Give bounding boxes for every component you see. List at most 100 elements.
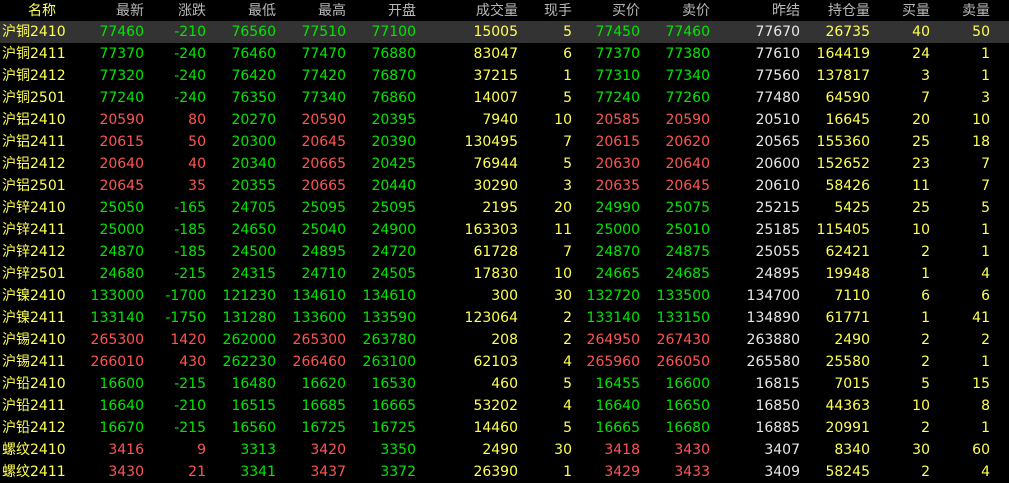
cell-ask: 20640: [665, 156, 710, 172]
table-row[interactable]: 沪铜2410 77460 -210 76560 77510 77100 15005 5 7745…: [0, 21, 1009, 43]
table-row[interactable]: 沪铝2412 20640 40 20340 20665 20425 76944 5 20630 2…: [0, 153, 1009, 175]
cell-low: 16515: [231, 398, 276, 414]
cell-bidv: 25: [912, 134, 930, 150]
table-row[interactable]: 沪锌2501 24680 -215 24315 24710 24505 17830 10 246…: [0, 263, 1009, 285]
cell-high: 20590: [301, 112, 346, 128]
cell-ask: 133500: [656, 288, 710, 304]
table-row[interactable]: 沪铝2501 20645 35 20355 20665 20440 30290 3 20635 2…: [0, 175, 1009, 197]
cell-open: 24720: [371, 244, 416, 260]
cell-bid: 264950: [586, 332, 640, 348]
table-row[interactable]: 沪锡2411 266010 430 262230 266460 263100 62103 4 2…: [0, 351, 1009, 373]
cell-last: 266010: [90, 354, 144, 370]
header-row: 名称 最新 涨跌 最低 最高 开盘 成交量 现手 买价 卖价 昨结 持仓量 买量 卖量: [0, 1, 1009, 23]
column-header-vol[interactable]: 成交量: [416, 1, 518, 21]
table-row[interactable]: 沪铜2412 77320 -240 76420 77420 76870 37215 1 7731…: [0, 65, 1009, 87]
column-header-low[interactable]: 最低: [206, 1, 276, 21]
cell-prev: 263880: [746, 332, 800, 348]
cell-oi: 7015: [834, 376, 870, 392]
column-header-chg[interactable]: 涨跌: [144, 1, 206, 21]
cell-low: 76460: [231, 46, 276, 62]
cell-bid: 24870: [595, 244, 640, 260]
cell-last: 133000: [90, 288, 144, 304]
cell-open: 133590: [362, 310, 416, 326]
cell-name: 沪铅2411: [2, 398, 66, 414]
table-row[interactable]: 沪铜2411 77370 -240 76460 77470 76880 83047 6 7737…: [0, 43, 1009, 65]
column-header-bid[interactable]: 买价: [572, 1, 640, 21]
cell-name: 沪铜2501: [2, 90, 66, 106]
cell-cur: 5: [563, 376, 572, 392]
column-header-prev[interactable]: 昨结: [710, 1, 800, 21]
cell-askv: 6: [981, 288, 990, 304]
cell-open: 3372: [380, 464, 416, 480]
column-header-askv[interactable]: 卖量: [930, 1, 990, 21]
cell-vol: 14460: [473, 420, 518, 436]
column-header-name[interactable]: 名称: [2, 1, 82, 21]
cell-prev: 77480: [755, 90, 800, 106]
table-row[interactable]: 沪锌2411 25000 -185 24650 25040 24900 163303 11 25…: [0, 219, 1009, 241]
cell-askv: 60: [972, 442, 990, 458]
cell-name: 沪铅2410: [2, 376, 66, 392]
cell-oi: 137817: [816, 68, 870, 84]
cell-cur: 5: [563, 24, 572, 40]
cell-high: 3420: [310, 442, 346, 458]
cell-last: 20640: [99, 156, 144, 172]
cell-bidv: 2: [921, 464, 930, 480]
table-row[interactable]: 螺纹2410 3416 9 3313 3420 3350 2490 30 3418 3430 340…: [0, 439, 1009, 461]
cell-chg: 1420: [170, 332, 206, 348]
cell-ask: 16650: [665, 398, 710, 414]
cell-bidv: 1: [921, 266, 930, 282]
cell-low: 121230: [222, 288, 276, 304]
table-row[interactable]: 沪镍2410 133000 -1700 121230 134610 134610 300 30…: [0, 285, 1009, 307]
table-row[interactable]: 沪铝2410 20590 80 20270 20590 20395 7940 10 20585 2…: [0, 109, 1009, 131]
cell-high: 20645: [301, 134, 346, 150]
column-header-ask[interactable]: 卖价: [640, 1, 710, 21]
cell-high: 25040: [301, 222, 346, 238]
cell-vol: 460: [491, 376, 518, 392]
cell-bidv: 2: [921, 244, 930, 260]
cell-chg: 430: [179, 354, 206, 370]
cell-high: 77420: [301, 68, 346, 84]
cell-bid: 20630: [595, 156, 640, 172]
cell-oi: 19948: [825, 266, 870, 282]
table-row[interactable]: 沪铅2410 16600 -215 16480 16620 16530 460 5 16455 1…: [0, 373, 1009, 395]
column-header-bidv[interactable]: 买量: [870, 1, 930, 21]
cell-name: 沪锌2410: [2, 200, 66, 216]
column-header-last[interactable]: 最新: [82, 1, 144, 21]
table-row[interactable]: 沪铅2411 16640 -210 16515 16685 16665 53202 4 1664…: [0, 395, 1009, 417]
cell-oi: 64590: [825, 90, 870, 106]
cell-askv: 1: [981, 222, 990, 238]
cell-bidv: 5: [921, 376, 930, 392]
cell-ask: 77340: [665, 68, 710, 84]
column-header-high[interactable]: 最高: [276, 1, 346, 21]
cell-cur: 5: [563, 420, 572, 436]
cell-prev: 20600: [755, 156, 800, 172]
table-row[interactable]: 沪镍2411 133140 -1750 131280 133600 133590 12306…: [0, 307, 1009, 329]
cell-name: 螺纹2410: [2, 442, 66, 458]
cell-oi: 152652: [816, 156, 870, 172]
column-header-oi[interactable]: 持仓量: [800, 1, 870, 21]
table-row[interactable]: 沪锌2410 25050 -165 24705 25095 25095 2195 20 2499…: [0, 197, 1009, 219]
cell-ask: 25010: [665, 222, 710, 238]
cell-ask: 16680: [665, 420, 710, 436]
cell-bidv: 2: [921, 332, 930, 348]
table-row[interactable]: 沪锡2410 265300 1420 262000 265300 263780 208 2 26…: [0, 329, 1009, 351]
table-row[interactable]: 沪锌2412 24870 -185 24500 24895 24720 61728 7 2487…: [0, 241, 1009, 263]
cell-oi: 2490: [834, 332, 870, 348]
cell-cur: 30: [554, 442, 572, 458]
cell-last: 77240: [99, 90, 144, 106]
cell-bid: 16455: [595, 376, 640, 392]
table-row[interactable]: 螺纹2411 3430 21 3341 3437 3372 26390 1 3429 3433 34…: [0, 461, 1009, 483]
cell-prev: 77670: [755, 24, 800, 40]
cell-bid: 132720: [586, 288, 640, 304]
cell-high: 20665: [301, 156, 346, 172]
table-row[interactable]: 沪铝2411 20615 50 20300 20645 20390 130495 7 20615…: [0, 131, 1009, 153]
cell-vol: 15005: [473, 24, 518, 40]
cell-bid: 133140: [586, 310, 640, 326]
column-header-cur[interactable]: 现手: [518, 1, 572, 21]
table-row[interactable]: 沪铜2501 77240 -240 76350 77340 76860 14007 5 7724…: [0, 87, 1009, 109]
column-header-open[interactable]: 开盘: [346, 1, 416, 21]
cell-chg: -215: [174, 266, 206, 282]
cell-cur: 2: [563, 332, 572, 348]
table-row[interactable]: 沪铅2412 16670 -215 16560 16725 16725 14460 5 1666…: [0, 417, 1009, 439]
cell-oi: 5425: [834, 200, 870, 216]
